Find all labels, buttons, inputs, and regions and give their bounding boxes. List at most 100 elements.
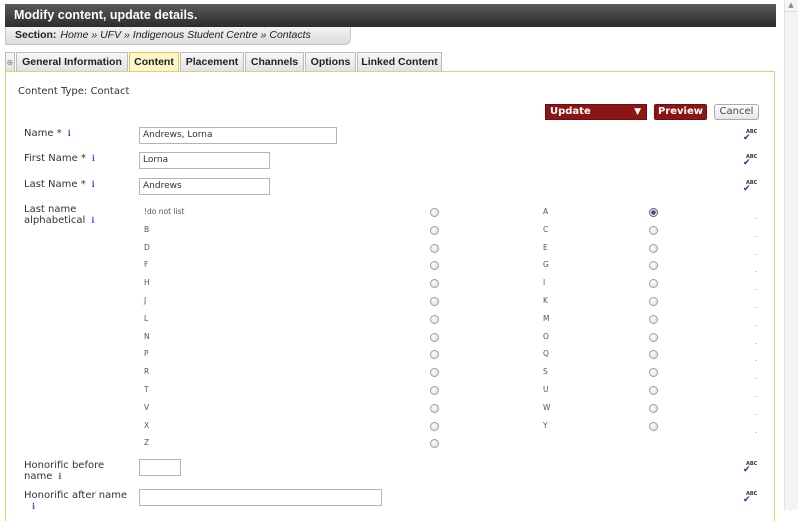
dropdown-caret-icon[interactable]: ▼ <box>634 105 641 119</box>
alpha-option-radio[interactable] <box>649 421 658 431</box>
spellcheck-icon[interactable]: ABC ✔ <box>743 461 757 475</box>
row-divider <box>755 342 757 344</box>
alpha-option-radio[interactable] <box>430 386 439 395</box>
spellcheck-icon[interactable]: ABC ✔ <box>743 491 757 505</box>
alpha-option-label: K <box>543 296 548 305</box>
name-field-label: Name * i <box>24 128 71 139</box>
alpha-option-radio[interactable] <box>430 403 439 413</box>
scroll-up-arrow-icon[interactable]: ▲ <box>785 0 797 12</box>
info-icon[interactable]: i <box>92 153 95 163</box>
alpha-label-line1: Last name <box>24 204 77 215</box>
alpha-label-line2: alphabetical <box>24 215 86 226</box>
name-input[interactable]: Andrews, Lorna <box>139 127 337 144</box>
info-icon[interactable]: i <box>68 128 71 138</box>
info-icon[interactable]: i <box>92 179 95 189</box>
info-icon[interactable]: i <box>58 471 61 481</box>
breadcrumb-label: Section: <box>15 29 57 41</box>
cancel-button[interactable]: Cancel <box>714 104 759 120</box>
tab-placement[interactable]: Placement <box>180 52 244 71</box>
spellcheck-icon[interactable]: ABC ✔ <box>743 129 757 143</box>
row-divider <box>755 289 757 291</box>
honorific-before-label-line1: Honorific before <box>24 460 105 471</box>
alpha-option-radio[interactable] <box>649 225 658 235</box>
row-divider <box>755 307 757 308</box>
alpha-option-label: B <box>144 224 150 234</box>
content-panel <box>5 71 775 521</box>
first-name-input[interactable]: Lorna <box>139 152 270 169</box>
honorific-after-label-text: Honorific after name <box>24 490 128 501</box>
breadcrumb-path[interactable]: Home » UFV » Indigenous Student Centre »… <box>60 29 310 41</box>
row-divider <box>755 253 757 255</box>
alpha-option-label: N <box>144 331 150 341</box>
alpha-option-radio[interactable] <box>649 208 658 217</box>
alpha-option-label: !do not list <box>144 207 185 216</box>
alpha-option-label: G <box>543 260 549 270</box>
first-name-field-label: First Name * i <box>24 153 95 164</box>
name-label-text: Name * <box>24 128 62 139</box>
spellcheck-icon[interactable]: ABC ✔ <box>743 154 757 168</box>
alpha-option-label: D <box>144 242 150 252</box>
alpha-option-radio[interactable] <box>430 243 439 253</box>
tab-options[interactable]: Options <box>305 52 356 71</box>
first-name-label-text: First Name * <box>24 153 86 164</box>
alpha-option-label: Z <box>144 438 150 448</box>
row-divider <box>755 324 757 326</box>
alpha-option-label: R <box>144 367 150 377</box>
alpha-option-radio[interactable] <box>649 243 658 253</box>
row-divider <box>755 378 757 380</box>
alpha-option-label: T <box>144 385 149 394</box>
alpha-option-radio[interactable] <box>430 314 439 324</box>
row-divider <box>755 218 757 219</box>
alpha-option-label: H <box>144 278 150 288</box>
tab-content[interactable]: Content <box>129 52 179 72</box>
page-scrollbar[interactable]: ▲ <box>784 0 798 510</box>
row-divider <box>755 271 757 273</box>
honorific-after-input[interactable] <box>139 489 382 506</box>
alpha-option-label: A <box>543 207 549 216</box>
alpha-option-radio[interactable] <box>649 332 658 342</box>
alpha-option-label: Y <box>543 420 548 430</box>
row-divider <box>755 396 757 397</box>
update-button-label: Update <box>550 106 591 117</box>
content-type-label: Content Type: Contact <box>18 86 130 97</box>
alpha-option-radio[interactable] <box>430 421 439 431</box>
alpha-option-radio[interactable] <box>430 297 439 306</box>
honorific-after-field-label: Honorific after name i <box>24 490 127 512</box>
alpha-option-label: C <box>543 224 549 234</box>
spellcheck-icon[interactable]: ABC ✔ <box>743 180 757 194</box>
alpha-option-label: E <box>543 242 548 252</box>
alpha-option-radio[interactable] <box>649 386 658 395</box>
alpha-option-radio[interactable] <box>430 332 439 342</box>
alpha-option-label: X <box>144 420 150 430</box>
page-title: Modify content, update details. <box>5 4 776 27</box>
alpha-option-radio[interactable] <box>649 314 658 324</box>
alpha-option-label: L <box>144 313 149 323</box>
honorific-before-input[interactable] <box>139 459 181 476</box>
alpha-option-label: F <box>144 260 149 270</box>
alpha-option-radio[interactable] <box>430 208 439 217</box>
alpha-option-label: P <box>144 349 149 359</box>
alpha-field-label: Last name alphabetical i <box>24 204 94 226</box>
last-name-field-label: Last Name * i <box>24 179 95 190</box>
alpha-option-label: Q <box>543 349 549 359</box>
last-name-input[interactable]: Andrews <box>139 178 270 195</box>
tab-toggle-icon[interactable]: ⊕ <box>5 52 15 71</box>
row-divider <box>755 235 757 237</box>
row-divider <box>755 431 757 433</box>
row-divider <box>755 413 757 415</box>
alpha-option-label: J <box>144 296 147 305</box>
info-icon[interactable]: i <box>91 215 94 225</box>
update-button[interactable]: Update ▼ <box>545 104 647 120</box>
alpha-option-radio[interactable] <box>649 297 658 306</box>
honorific-before-field-label: Honorific before name i <box>24 460 104 482</box>
alpha-option-radio[interactable] <box>649 403 658 413</box>
alpha-option-label: I <box>543 278 546 288</box>
alpha-option-label: S <box>543 367 548 377</box>
alpha-option-label: M <box>543 313 550 323</box>
tab-linked-content[interactable]: Linked Content <box>357 52 442 71</box>
alpha-option-label: W <box>543 402 551 412</box>
alpha-option-radio[interactable] <box>430 225 439 235</box>
tab-general-information[interactable]: General Information <box>16 52 128 71</box>
preview-button[interactable]: Preview <box>654 104 707 120</box>
tab-channels[interactable]: Channels <box>245 52 304 71</box>
